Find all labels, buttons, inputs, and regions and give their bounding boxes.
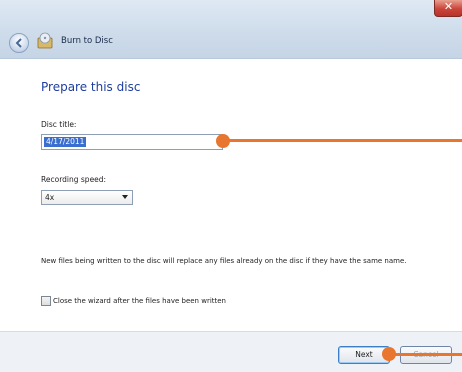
- burn-to-disc-window: ✕ Burn to Disc Prepare this disc Disc ti…: [0, 0, 462, 372]
- dropdown-arrow-icon: [122, 195, 128, 199]
- back-button[interactable]: [9, 33, 29, 53]
- close-wizard-label[interactable]: Close the wizard after the files have be…: [53, 297, 226, 305]
- callout-line-next: [388, 353, 462, 356]
- recording-speed-select[interactable]: 4x: [41, 190, 133, 205]
- disc-burn-icon: [37, 32, 53, 49]
- recording-speed-label: Recording speed:: [41, 175, 107, 184]
- recording-speed-value: 4x: [45, 193, 55, 202]
- disc-title-label: Disc title:: [41, 120, 77, 129]
- disc-title-input[interactable]: 4/17/2011: [41, 134, 223, 150]
- close-wizard-checkbox[interactable]: [41, 296, 51, 306]
- window-title: Burn to Disc: [61, 36, 113, 46]
- title-bar: ✕ Burn to Disc: [0, 0, 462, 59]
- disc-title-value: 4/17/2011: [44, 137, 87, 147]
- callout-dot-title: [216, 134, 230, 148]
- callout-line-title: [222, 139, 462, 142]
- close-icon: ✕: [443, 0, 454, 13]
- close-button[interactable]: ✕: [434, 0, 462, 17]
- back-arrow-icon: [15, 38, 22, 48]
- overwrite-info-text: New files being written to the disc will…: [41, 257, 407, 265]
- page-title: Prepare this disc: [41, 80, 141, 94]
- callout-dot-next: [382, 347, 396, 361]
